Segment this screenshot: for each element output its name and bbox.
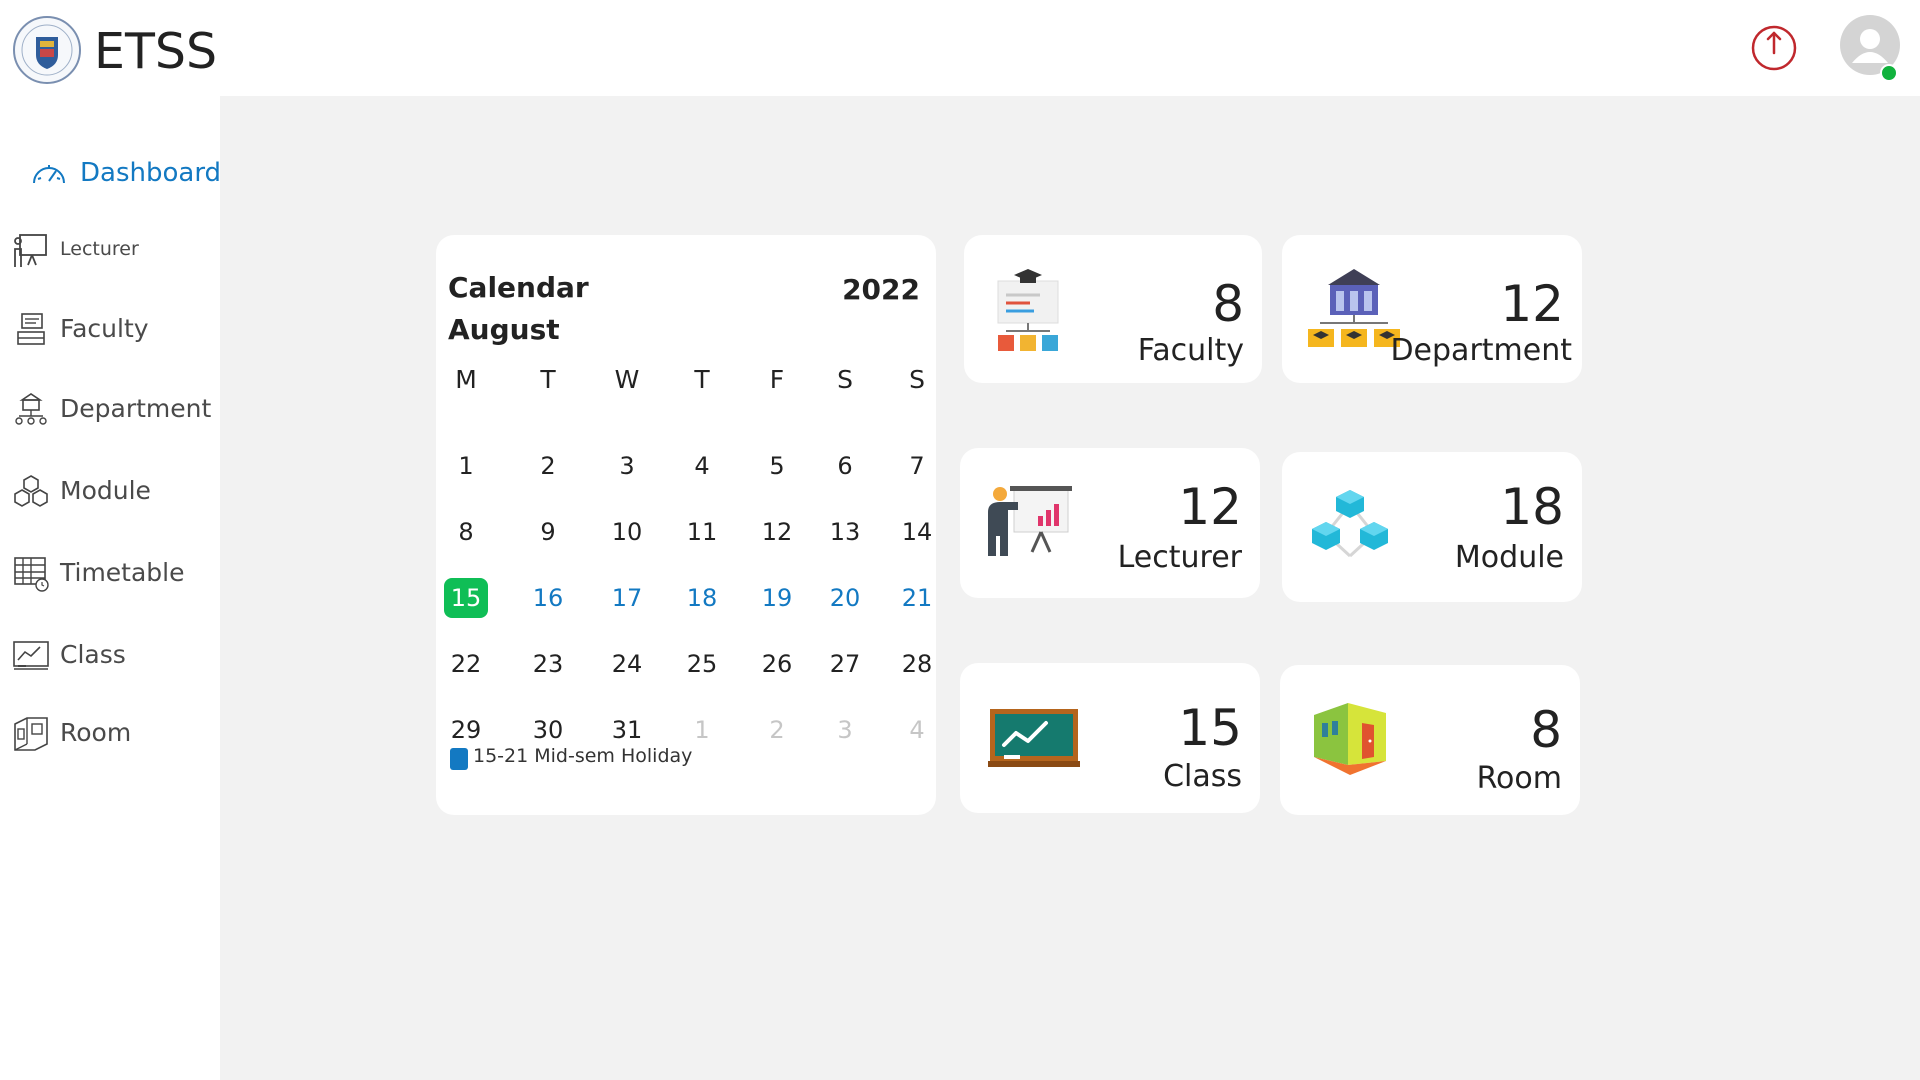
sidebar-label: Module <box>60 475 151 505</box>
sidebar-label: Room <box>60 717 132 747</box>
sidebar-item-module[interactable]: Module <box>0 464 220 516</box>
sidebar-item-timetable[interactable]: Timetable <box>0 546 220 598</box>
faculty-icon <box>17 313 45 345</box>
weekday-header: T <box>540 365 556 394</box>
calendar-day[interactable]: 3 <box>597 445 657 487</box>
sidebar-label: Dashboard <box>80 158 222 188</box>
room-icon <box>14 717 48 751</box>
sidebar-item-lecturer[interactable]: Lecturer <box>0 223 220 275</box>
room-door-icon <box>1314 703 1386 775</box>
calendar-day[interactable]: 10 <box>597 511 657 553</box>
sidebar: Dashboard Lecturer Faculty Department Mo… <box>0 96 222 1080</box>
calendar-day[interactable]: 18 <box>672 577 732 619</box>
weekday-header: S <box>909 365 925 394</box>
top-bar: ETSS <box>0 0 1920 96</box>
calendar-day-next-month[interactable]: 3 <box>815 709 875 751</box>
calendar-day[interactable]: 7 <box>887 445 947 487</box>
calendar-day[interactable]: 20 <box>815 577 875 619</box>
calendar-day[interactable]: 22 <box>436 643 496 685</box>
class-label: Class <box>1163 759 1242 794</box>
stat-card-room[interactable]: 8 Room <box>1280 665 1580 815</box>
calendar-day[interactable]: 6 <box>815 445 875 487</box>
sidebar-label: Class <box>60 639 126 669</box>
faculty-hierarchy-icon <box>997 269 1059 351</box>
lecturer-icon <box>14 234 47 267</box>
module-cubes-icon <box>1312 490 1388 558</box>
weekday-header: W <box>614 365 640 394</box>
sidebar-label: Department <box>60 393 212 423</box>
department-count: 12 <box>1500 275 1564 333</box>
calendar-day[interactable]: 24 <box>597 643 657 685</box>
dashboard-gauge-icon <box>33 165 65 184</box>
calendar-day[interactable]: 4 <box>672 445 732 487</box>
calendar-day[interactable]: 26 <box>747 643 807 685</box>
calendar-day[interactable]: 14 <box>887 511 947 553</box>
calendar-day-next-month[interactable]: 2 <box>747 709 807 751</box>
power-logout-icon[interactable] <box>1750 24 1798 72</box>
calendar-day[interactable]: 12 <box>747 511 807 553</box>
calendar-title: Calendar <box>448 271 589 304</box>
online-status-indicator <box>1880 64 1898 82</box>
calendar-day[interactable]: 27 <box>815 643 875 685</box>
university-logo <box>13 16 81 84</box>
module-label: Module <box>1454 540 1564 575</box>
calendar-day-today[interactable]: 15 <box>436 577 496 619</box>
sidebar-label: Faculty <box>60 313 149 343</box>
stat-card-module[interactable]: 18 Module <box>1282 452 1582 602</box>
calendar-day-next-month[interactable]: 4 <box>887 709 947 751</box>
calendar-day[interactable]: 23 <box>518 643 578 685</box>
calendar-day[interactable]: 9 <box>518 511 578 553</box>
room-count: 8 <box>1530 701 1562 759</box>
calendar-day[interactable]: 16 <box>518 577 578 619</box>
stat-card-department[interactable]: 12 Department <box>1282 235 1582 383</box>
stat-card-lecturer[interactable]: 12 Lecturer <box>960 448 1260 598</box>
calendar-day[interactable]: 17 <box>597 577 657 619</box>
calendar-year: 2022 <box>842 273 920 306</box>
weekday-header: S <box>837 365 853 394</box>
calendar-month: August <box>448 313 560 346</box>
stat-card-class[interactable]: 15 Class <box>960 663 1260 813</box>
holiday-legend-swatch <box>450 748 468 770</box>
sidebar-item-dashboard[interactable]: Dashboard <box>0 147 222 199</box>
calendar-day[interactable]: 28 <box>887 643 947 685</box>
department-building-icon <box>1308 269 1400 347</box>
lecturer-count: 12 <box>1178 478 1242 536</box>
calendar-day[interactable]: 5 <box>747 445 807 487</box>
sidebar-label: Timetable <box>60 557 185 587</box>
timetable-icon <box>14 557 49 592</box>
class-icon <box>13 641 49 670</box>
module-count: 18 <box>1500 478 1564 536</box>
calendar-day[interactable]: 1 <box>436 445 496 487</box>
weekday-header: T <box>694 365 710 394</box>
lecturer-presentation-icon <box>988 486 1072 556</box>
calendar-day[interactable]: 11 <box>672 511 732 553</box>
sidebar-label: Lecturer <box>60 238 139 260</box>
calendar-day[interactable]: 25 <box>672 643 732 685</box>
calendar-day[interactable]: 13 <box>815 511 875 553</box>
sidebar-item-department[interactable]: Department <box>0 382 220 434</box>
calendar-day[interactable]: 2 <box>518 445 578 487</box>
sidebar-item-faculty[interactable]: Faculty <box>0 302 220 354</box>
faculty-count: 8 <box>1212 275 1244 333</box>
faculty-label: Faculty <box>1137 333 1244 368</box>
calendar-day[interactable]: 19 <box>747 577 807 619</box>
holiday-legend-text: 15-21 Mid-sem Holiday <box>473 745 693 767</box>
calendar-day[interactable]: 8 <box>436 511 496 553</box>
department-icon <box>15 393 47 425</box>
room-label: Room <box>1476 761 1562 796</box>
class-count: 15 <box>1178 699 1242 757</box>
module-icon <box>14 475 48 507</box>
weekday-header: F <box>769 365 785 394</box>
sidebar-item-room[interactable]: Room <box>0 706 220 758</box>
calendar-card: Calendar August 2022 M T W T F S S 1 2 3 4 5 6 7 8 9 10 1… <box>436 235 936 815</box>
lecturer-label: Lecturer <box>1117 540 1242 575</box>
calendar-day[interactable]: 21 <box>887 577 947 619</box>
stat-card-faculty[interactable]: 8 Faculty <box>964 235 1262 383</box>
classroom-board-icon <box>988 709 1080 767</box>
department-label: Department <box>1390 333 1572 368</box>
sidebar-item-class[interactable]: Class <box>0 628 220 680</box>
weekday-header: M <box>455 365 477 394</box>
app-title: ETSS <box>94 23 218 80</box>
